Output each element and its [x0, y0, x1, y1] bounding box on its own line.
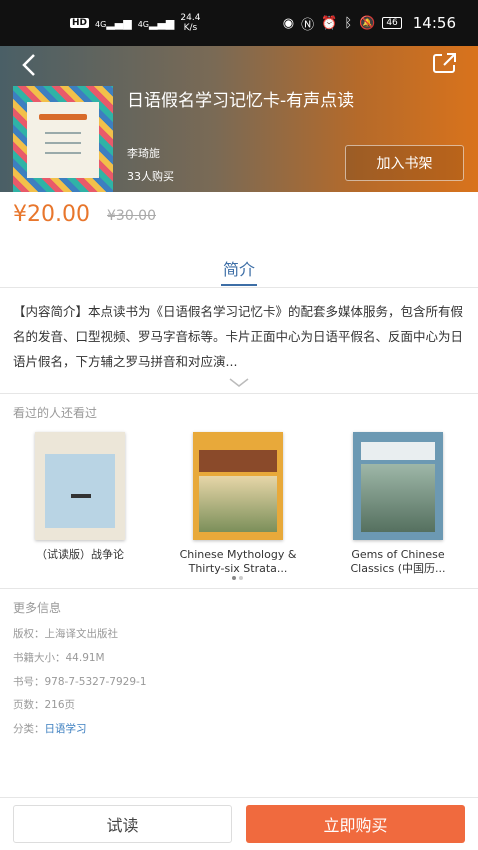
recommended-book-cover	[353, 432, 443, 540]
info-key: 书籍大小：	[13, 652, 66, 664]
tab-intro[interactable]: 简介	[0, 256, 478, 280]
info-key: 版权：	[13, 628, 45, 640]
more-info-title: 更多信息	[13, 601, 62, 615]
cover-line	[45, 152, 81, 154]
original-price: ¥30.00	[107, 208, 156, 224]
cover-art	[199, 476, 277, 532]
network-label-1: 4G	[95, 19, 107, 29]
eye-icon: ◉	[282, 15, 295, 31]
cover-title-bar	[39, 114, 87, 120]
recommended-book[interactable]: （试读版）战争论	[20, 432, 140, 562]
nfc-icon: Ⓝ	[301, 17, 315, 33]
recommended-book-title: Gems of Chinese Classics (中国历...	[350, 548, 446, 575]
recommended-book-cover	[193, 432, 283, 540]
info-value: 978-7-5327-7929-1	[44, 676, 147, 688]
alarm-icon: ⏰	[321, 15, 338, 31]
info-row-category: 分类：日语学习	[13, 721, 87, 736]
buyer-count: 33人购买	[127, 170, 174, 183]
status-bar: HD 4G▂▄▆ 4G▂▄▆ 24.4 K/s ◉ Ⓝ ⏰ ᛒ 🔕 46 14:…	[0, 0, 478, 46]
intro-text: 【内容简介】本点读书为《日语假名学习记忆卡》的配套多媒体服务，包含所有假名的发音…	[13, 304, 464, 369]
divider	[0, 287, 478, 288]
cover-art	[45, 454, 115, 528]
back-icon[interactable]	[20, 52, 38, 84]
cover-text-mark	[71, 494, 91, 498]
info-row-isbn: 书号：978-7-5327-7929-1	[13, 674, 147, 689]
divider	[0, 588, 478, 589]
book-cover-inner	[27, 102, 99, 178]
recommended-book-title: Chinese Mythology & Thirty-six Strata...	[179, 548, 297, 575]
category-link[interactable]: 日语学习	[45, 723, 87, 735]
info-key: 分类：	[13, 723, 45, 735]
bottom-action-bar: 试读 立即购买	[0, 797, 478, 850]
recommended-book-cover	[35, 432, 125, 540]
speed-unit: K/s	[183, 23, 198, 33]
also-viewed-title: 看过的人还看过	[13, 406, 98, 420]
current-price: ¥20.00	[13, 202, 90, 227]
info-row-pages: 页数：216页	[13, 697, 75, 712]
signal-icon-1: 4G▂▄▆	[95, 16, 132, 30]
cover-title-band	[199, 450, 277, 472]
signal-icon-2: 4G▂▄▆	[137, 16, 175, 30]
info-key: 书号：	[13, 676, 45, 688]
divider	[0, 393, 478, 394]
add-to-shelf-button[interactable]: 加入书架	[345, 145, 464, 181]
speed-value: 24.4	[180, 13, 201, 23]
recommended-book[interactable]: Chinese Mythology & Thirty-six Strata...	[178, 432, 298, 576]
carousel-dot-active	[232, 576, 236, 580]
clock: 14:56	[412, 14, 456, 32]
buy-now-button[interactable]: 立即购买	[246, 805, 465, 843]
expand-chevron-icon[interactable]	[228, 374, 250, 387]
info-value: 44.91M	[65, 652, 105, 664]
share-icon[interactable]	[432, 52, 456, 74]
hd-badge: HD	[70, 18, 90, 28]
status-right: ◉ Ⓝ ⏰ ᛒ 🔕 46 14:56	[283, 14, 456, 33]
cover-line	[45, 142, 81, 144]
info-value: 上海译文出版社	[44, 628, 119, 640]
cover-title-band	[361, 442, 435, 460]
recommended-book-title: （试读版）战争论	[36, 548, 124, 561]
author-name[interactable]: 李琦旎	[127, 145, 160, 161]
book-cover	[13, 86, 113, 192]
carousel-dot	[239, 576, 243, 580]
book-header: 日语假名学习记忆卡-有声点读 李琦旎 33人购买 加入书架	[0, 46, 478, 192]
info-row-publisher: 版权：上海译文出版社	[13, 626, 118, 641]
info-key: 页数：	[13, 699, 45, 711]
bluetooth-icon: ᛒ	[344, 15, 353, 31]
mute-icon: 🔕	[359, 15, 376, 31]
info-row-size: 书籍大小：44.91M	[13, 650, 105, 665]
cover-line	[45, 132, 81, 134]
info-value: 216页	[44, 699, 76, 711]
try-read-button[interactable]: 试读	[13, 805, 232, 843]
battery-icon: 46	[382, 17, 402, 29]
carousel-dots	[232, 576, 243, 580]
status-left: HD 4G▂▄▆ 4G▂▄▆ 24.4 K/s	[70, 13, 200, 33]
tab-underline	[221, 284, 257, 286]
recommended-book[interactable]: Gems of Chinese Classics (中国历...	[338, 432, 458, 576]
network-label-2: 4G	[137, 19, 149, 29]
network-speed: 24.4 K/s	[180, 13, 200, 33]
cover-art	[361, 464, 435, 532]
book-title: 日语假名学习记忆卡-有声点读	[127, 91, 355, 111]
